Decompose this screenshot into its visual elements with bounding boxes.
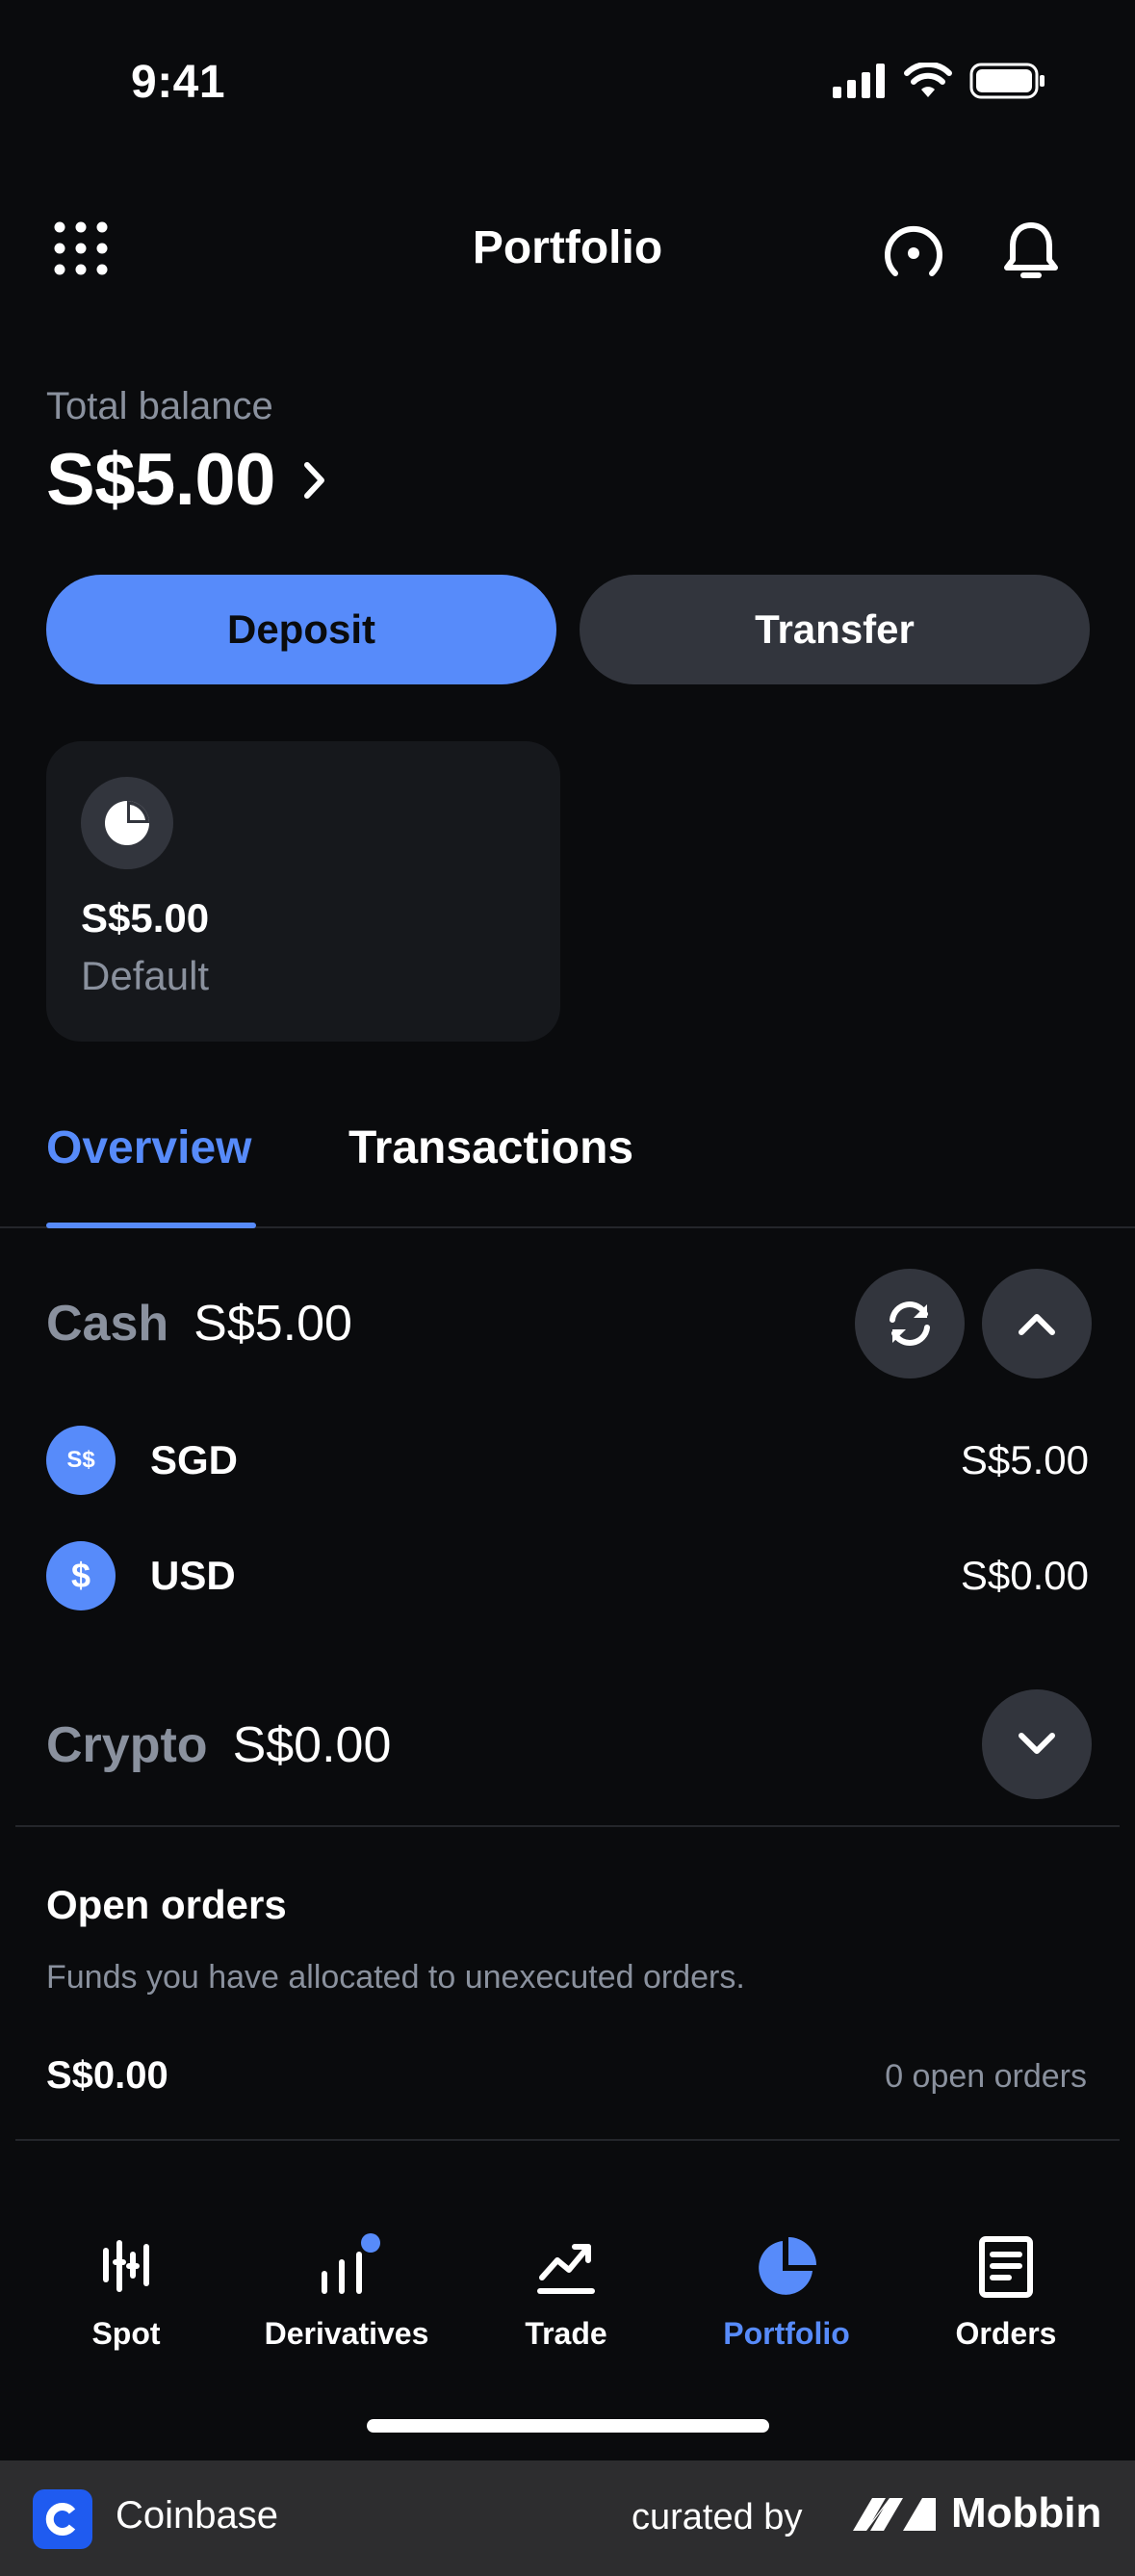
tab-overview[interactable]: Overview — [46, 1121, 251, 1174]
divider — [15, 2139, 1120, 2141]
total-balance-value: S$5.00 — [46, 439, 275, 521]
chevron-down-icon — [1019, 1733, 1055, 1754]
status-icons — [833, 62, 1046, 100]
cellular-signal-icon — [833, 64, 885, 98]
wifi-icon — [904, 63, 952, 97]
deposit-button[interactable]: Deposit — [46, 575, 556, 684]
portfolio-card-icon-wrap — [81, 777, 173, 869]
portfolio-pie-icon — [759, 2237, 816, 2295]
status-bar: 9:41 — [0, 0, 1135, 169]
transfer-button[interactable]: Transfer — [580, 575, 1090, 684]
home-indicator — [367, 2419, 769, 2433]
trade-trend-icon — [537, 2244, 595, 2294]
collapse-cash-button[interactable] — [982, 1269, 1092, 1378]
crypto-section-header: Crypto S$0.00 — [46, 1716, 391, 1774]
open-orders-description: Funds you have allocated to unexecuted o… — [46, 1959, 745, 1996]
nav-portfolio[interactable]: Portfolio — [690, 2233, 883, 2352]
nav-trade[interactable]: Trade — [470, 2233, 662, 2352]
orders-document-icon — [979, 2236, 1033, 2298]
battery-icon — [969, 63, 1045, 99]
cash-total: S$5.00 — [193, 1296, 352, 1352]
status-time: 9:41 — [131, 57, 226, 108]
chevron-up-icon — [1019, 1314, 1055, 1335]
app-header: Portfolio — [0, 193, 1135, 308]
notification-bell-icon[interactable] — [1001, 219, 1061, 285]
nav-label: Orders — [955, 2316, 1057, 2351]
portfolio-tabs: Overview Transactions — [0, 1097, 1135, 1228]
expand-crypto-button[interactable] — [982, 1689, 1092, 1799]
active-tab-indicator — [46, 1223, 256, 1228]
chevron-right-icon — [303, 461, 324, 499]
nav-label: Trade — [525, 2316, 607, 2351]
attribution-app-name: Coinbase — [116, 2494, 279, 2537]
cash-asset-row-usd[interactable]: $ USD S$0.00 — [46, 1541, 1089, 1610]
sgd-currency-icon: S$ — [46, 1426, 116, 1495]
cash-asset-row-sgd[interactable]: S$ SGD S$5.00 — [46, 1426, 1089, 1495]
nav-derivatives[interactable]: Derivatives — [250, 2233, 443, 2352]
tab-transactions[interactable]: Transactions — [348, 1121, 633, 1174]
nav-spot[interactable]: Spot — [30, 2233, 222, 2352]
refresh-button[interactable] — [855, 1269, 965, 1378]
cash-label: Cash — [46, 1296, 169, 1352]
nav-label: Spot — [91, 2316, 161, 2351]
open-orders-count: 0 open orders — [885, 2058, 1087, 2095]
attribution-bar: Coinbase curated by Mobbin — [0, 2460, 1135, 2576]
divider — [15, 1825, 1120, 1827]
attribution-curated-by: curated by — [632, 2497, 803, 2537]
refresh-icon — [890, 1301, 930, 1346]
nav-orders[interactable]: Orders — [910, 2233, 1102, 2352]
attribution-brand-name: Mobbin — [951, 2489, 1102, 2537]
notification-dot — [361, 2233, 380, 2253]
derivatives-bars-icon — [322, 2233, 380, 2294]
usd-currency-icon: $ — [46, 1541, 116, 1610]
open-orders-amount: S$0.00 — [46, 2054, 168, 2097]
portfolio-pie-icon — [105, 801, 149, 845]
nav-label: Portfolio — [723, 2316, 850, 2351]
coinbase-logo-icon — [33, 2489, 92, 2549]
page-title: Portfolio — [472, 222, 663, 273]
spot-chart-icon — [103, 2240, 149, 2292]
asset-value: S$0.00 — [960, 1553, 1089, 1598]
asset-code: USD — [150, 1553, 236, 1598]
nav-label: Derivatives — [264, 2316, 429, 2351]
crypto-label: Crypto — [46, 1717, 208, 1773]
portfolio-card-name: Default — [81, 953, 210, 998]
mobbin-logo-icon — [853, 2498, 936, 2531]
open-orders-title: Open orders — [46, 1882, 287, 1927]
total-balance-label: Total balance — [46, 385, 273, 427]
portfolio-card[interactable]: S$5.00 Default — [46, 741, 560, 1042]
dashboard-gauge-icon[interactable] — [882, 221, 945, 285]
portfolio-card-amount: S$5.00 — [81, 895, 210, 940]
total-balance[interactable]: S$5.00 — [46, 438, 329, 522]
asset-code: SGD — [150, 1437, 239, 1482]
cash-section-header: Cash S$5.00 — [46, 1295, 352, 1352]
crypto-total: S$0.00 — [232, 1717, 392, 1773]
mobbin-brand: Mobbin — [851, 2489, 1101, 2537]
asset-value: S$5.00 — [960, 1437, 1089, 1482]
